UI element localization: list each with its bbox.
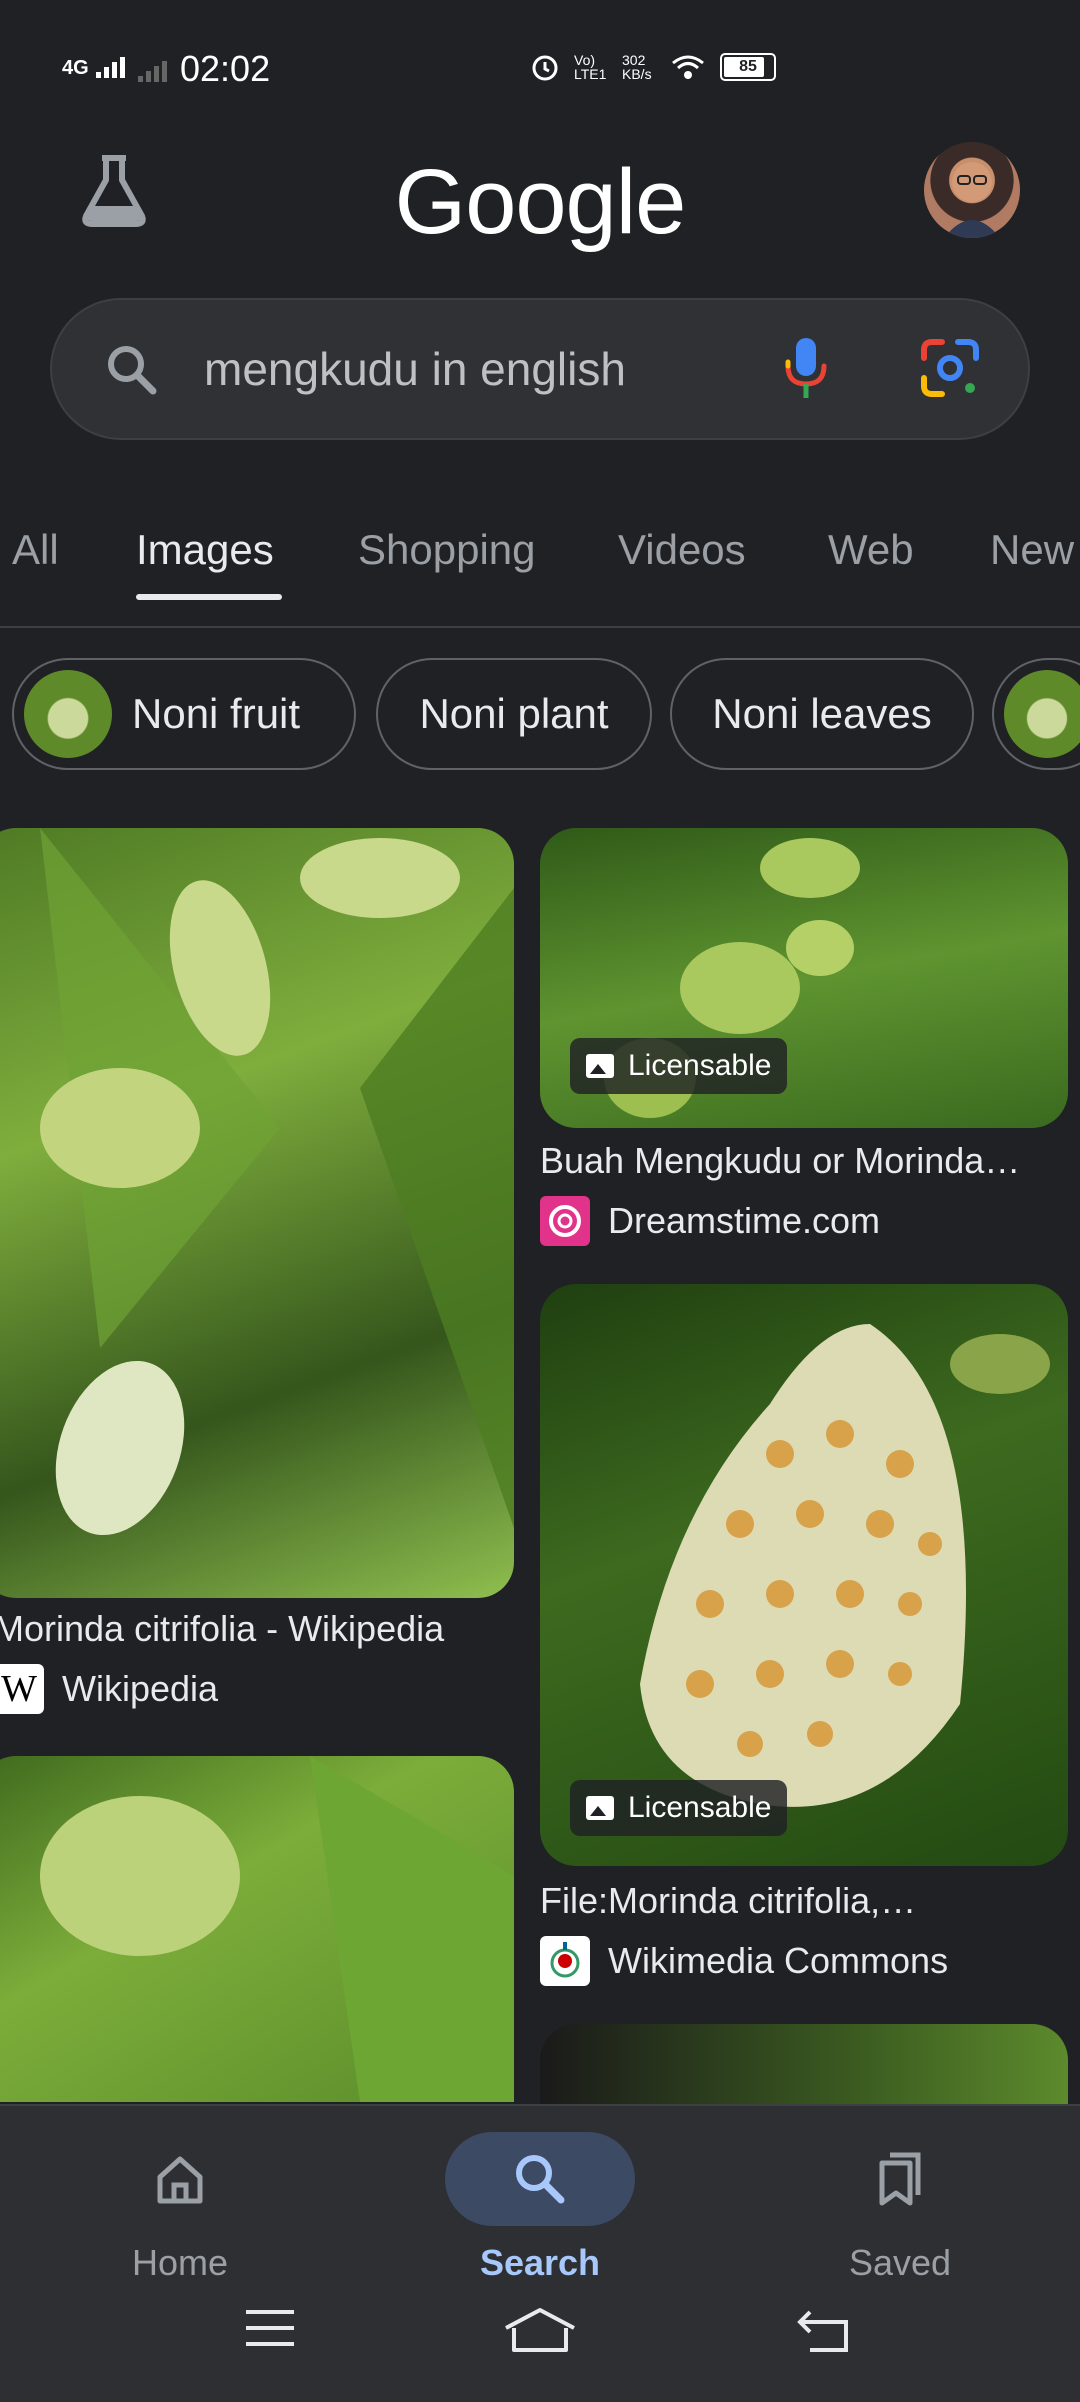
wikipedia-icon: W: [0, 1664, 44, 1714]
result-image-noni-cluster[interactable]: [0, 1756, 514, 2102]
nav-saved-label: Saved: [848, 2242, 952, 2283]
result-source[interactable]: Wikimedia Commons: [540, 1936, 948, 1986]
result-image-morinda-commons[interactable]: Licensable: [540, 1284, 1068, 1866]
badge-label: Licensable: [628, 1791, 772, 1824]
wifi-icon: [672, 55, 704, 79]
sim2-signal-icon: [138, 61, 167, 82]
avatar[interactable]: [924, 142, 1020, 238]
chip-label: Noni plant: [419, 690, 609, 737]
noni-fruit-illustration: [40, 828, 514, 1536]
bottom-navigation: Home Search Saved: [0, 2104, 1080, 2402]
search-icon: [108, 346, 157, 395]
clock: 02:02: [180, 48, 271, 89]
result-source-label: Wikipedia: [62, 1668, 219, 1709]
mic-icon[interactable]: [780, 334, 832, 406]
chip-noni-plant[interactable]: Noni plant: [376, 658, 652, 770]
status-bar: 4G 02:02 Vo) LTE1 302 KB/s 85: [0, 0, 1080, 140]
dreamstime-icon: [540, 1196, 590, 1246]
image-icon: [586, 1796, 614, 1820]
network-type: 4G: [62, 57, 89, 79]
tab-videos[interactable]: Videos: [618, 526, 746, 574]
alarm-icon: [532, 55, 558, 81]
nav-search[interactable]: Search: [420, 2132, 660, 2284]
search-tabs: All Images Shopping Videos Web New: [0, 512, 1080, 628]
status-icons: Vo) LTE1 302 KB/s 85: [530, 52, 776, 82]
battery-icon: 85: [720, 53, 776, 81]
result-image-buah-mengkudu[interactable]: Licensable: [540, 828, 1068, 1128]
network-signal-icon: 4G: [62, 54, 134, 80]
chip-more[interactable]: [992, 658, 1080, 770]
battery-level: 85: [739, 58, 757, 75]
network-speed: 302 KB/s: [622, 52, 652, 82]
chip-label: Noni leaves: [712, 690, 932, 737]
system-menu-icon[interactable]: [244, 2306, 296, 2350]
tab-shopping[interactable]: Shopping: [358, 526, 536, 574]
nav-saved[interactable]: Saved: [780, 2132, 1020, 2284]
wikimedia-icon: [540, 1936, 590, 1986]
lens-icon[interactable]: [918, 336, 982, 400]
system-back-icon[interactable]: [796, 2306, 852, 2354]
nav-home[interactable]: Home: [60, 2132, 300, 2284]
noni-fruit-closeup-illustration: [640, 1324, 1050, 1807]
system-home-icon[interactable]: [502, 2306, 578, 2354]
home-icon: [85, 2132, 275, 2226]
search-input[interactable]: mengkudu in english: [204, 342, 626, 396]
search-icon: [445, 2132, 635, 2226]
licensable-badge: Licensable: [570, 1780, 788, 1836]
tab-all[interactable]: All: [12, 526, 59, 574]
chip-thumbnail: [1004, 670, 1080, 758]
badge-label: Licensable: [628, 1049, 772, 1082]
result-source[interactable]: W Wikipedia: [0, 1664, 218, 1714]
tab-news[interactable]: New: [990, 526, 1074, 574]
result-source-label: Dreamstime.com: [608, 1200, 881, 1241]
nav-search-label: Search: [479, 2242, 601, 2283]
chip-label: Noni fruit: [132, 690, 301, 737]
google-logo: Google: [394, 151, 687, 253]
result-source[interactable]: Dreamstime.com: [540, 1196, 880, 1246]
result-title[interactable]: Morinda citrifolia - Wikipedia: [0, 1608, 444, 1650]
chip-noni-fruit[interactable]: Noni fruit: [12, 658, 356, 770]
nav-home-label: Home: [131, 2242, 229, 2283]
noni-cluster-illustration: [40, 1756, 514, 2102]
volte-indicator: Vo) LTE1: [574, 52, 607, 82]
result-title[interactable]: Buah Mengkudu or Morinda…: [540, 1140, 1020, 1182]
result-source-label: Wikimedia Commons: [608, 1940, 949, 1981]
bookmarks-icon: [805, 2132, 995, 2226]
tab-web[interactable]: Web: [828, 526, 914, 574]
chip-thumbnail: [24, 670, 112, 758]
search-bar[interactable]: mengkudu in english: [50, 298, 1030, 440]
result-title[interactable]: File:Morinda citrifolia,…: [540, 1880, 916, 1922]
active-tab-indicator: [136, 594, 282, 600]
result-image-morinda-wikipedia[interactable]: [0, 828, 514, 1598]
licensable-badge: Licensable: [570, 1038, 788, 1094]
chip-noni-leaves[interactable]: Noni leaves: [670, 658, 974, 770]
tab-images[interactable]: Images: [136, 526, 274, 574]
image-icon: [586, 1054, 614, 1078]
result-image-partial[interactable]: [540, 2024, 1068, 2104]
